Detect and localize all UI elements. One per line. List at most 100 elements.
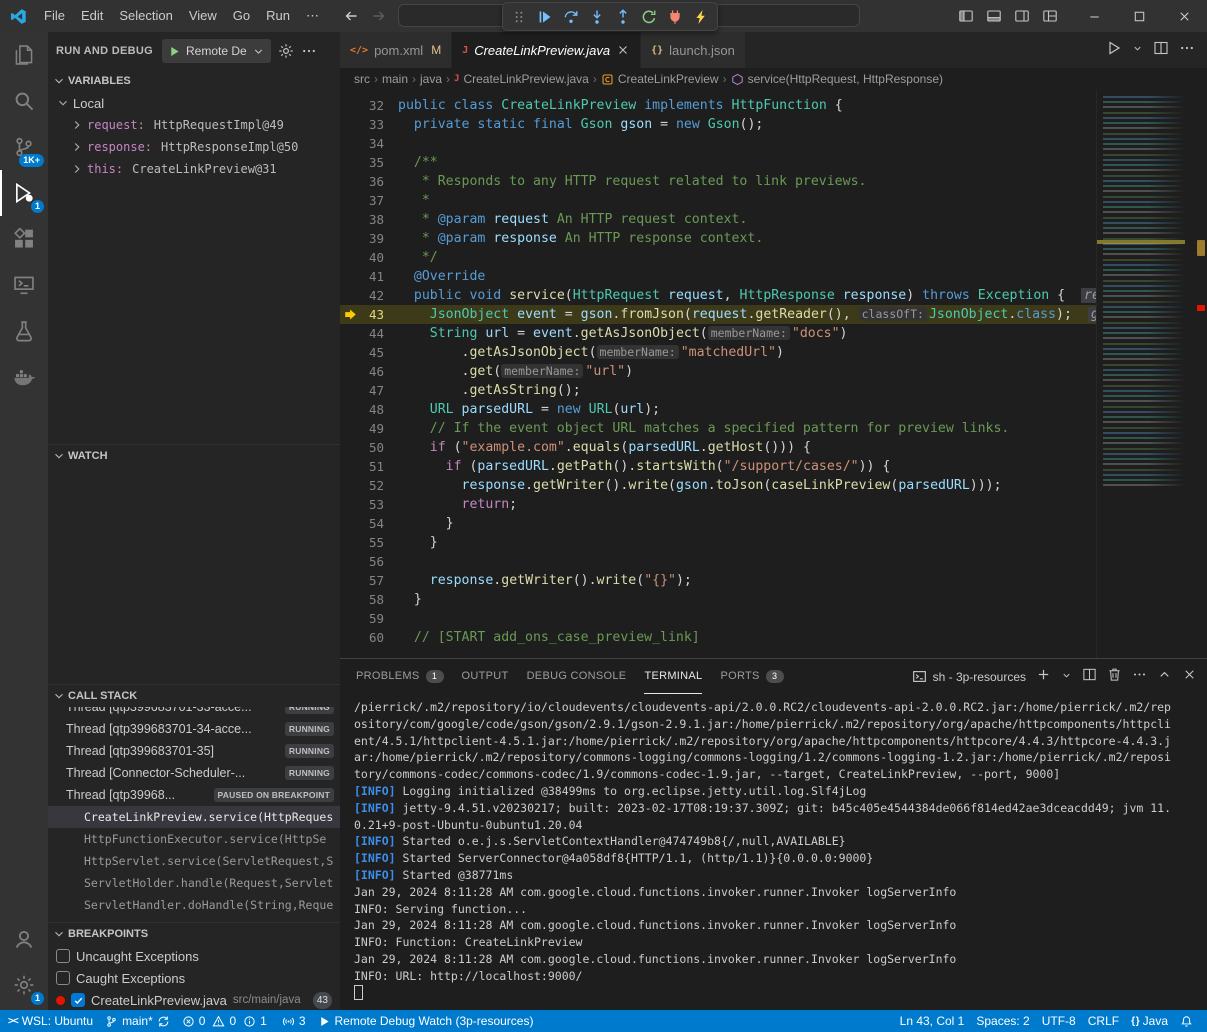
line-gutter[interactable]: 48 [340, 400, 398, 419]
tab-pom-xml[interactable]: </>pom.xmlM [340, 32, 452, 68]
call-stack-frame[interactable]: ScopedHandler.handle(String,Reques [48, 916, 340, 922]
code-line[interactable]: 56 [340, 552, 1097, 571]
code-line[interactable]: 54 } [340, 514, 1097, 533]
breakpoint-checkbox[interactable] [71, 993, 85, 1007]
menu-run[interactable]: Run [258, 0, 298, 32]
line-gutter[interactable]: 39 [340, 229, 398, 248]
bolt-button[interactable] [688, 4, 714, 29]
problems-status[interactable]: 001 [176, 1010, 276, 1032]
terminal-dropdown[interactable] [1061, 668, 1072, 686]
code-line[interactable]: 47 .getAsString(); [340, 381, 1097, 400]
line-gutter[interactable]: 42 [340, 286, 398, 305]
line-gutter[interactable]: 40 [340, 248, 398, 267]
call-stack-frame[interactable]: CreateLinkPreview.service(HttpReques [48, 806, 340, 828]
breadcrumb-item[interactable]: src [354, 72, 370, 86]
menu-file[interactable]: File [36, 0, 73, 32]
code-line[interactable]: 42 public void service(HttpRequest reque… [340, 286, 1097, 305]
tab-createlinkpreview-java[interactable]: JCreateLinkPreview.java [452, 32, 641, 68]
panel-tab-problems[interactable]: PROBLEMS1 [356, 659, 444, 694]
run-dropdown[interactable] [1132, 41, 1143, 59]
variables-section-header[interactable]: VARIABLES [48, 70, 340, 92]
breadcrumb-item[interactable]: JCreateLinkPreview.java [454, 72, 589, 86]
breakpoint-row[interactable]: Uncaught Exceptions [48, 945, 340, 967]
code-line[interactable]: 33 private static final Gson gson = new … [340, 115, 1097, 134]
code-line[interactable]: 44 String url = event.getAsJsonObject(me… [340, 324, 1097, 343]
code-line[interactable]: 50 if ("example.com".equals(parsedURL.ge… [340, 438, 1097, 457]
line-gutter[interactable]: 34 [340, 134, 398, 153]
variable-row[interactable]: request:HttpRequestImpl@49 [48, 114, 340, 136]
forwarded-ports-status[interactable]: 3 [276, 1010, 312, 1032]
indentation-status[interactable]: Spaces: 2 [970, 1010, 1035, 1032]
minimap[interactable] [1096, 90, 1193, 658]
step-into-button[interactable] [584, 4, 610, 29]
activity-settings[interactable]: 1 [0, 962, 48, 1008]
debug-settings-gear[interactable] [278, 43, 294, 59]
call-stack-thread[interactable]: Thread [qtp399683701-34-acce...RUNNING [48, 718, 340, 740]
line-gutter[interactable]: 58 [340, 590, 398, 609]
line-gutter[interactable]: 46 [340, 362, 398, 381]
tab-close-icon[interactable] [616, 43, 630, 57]
panel-tab-debug-console[interactable]: DEBUG CONSOLE [527, 659, 627, 694]
breadcrumb-item[interactable]: java [420, 72, 442, 86]
breadcrumb-item[interactable]: service(HttpRequest, HttpResponse) [731, 72, 943, 86]
menu-more[interactable]: ⋯ [298, 0, 327, 32]
line-gutter[interactable]: 32 [340, 96, 398, 115]
breadcrumb-item[interactable]: CreateLinkPreview [601, 72, 719, 86]
layout-secondary-toggle[interactable] [1008, 0, 1036, 32]
code-line[interactable]: 52 response.getWriter().write(gson.toJso… [340, 476, 1097, 495]
call-stack-frame[interactable]: ServletHolder.handle(Request,Servlet [48, 872, 340, 894]
call-stack-thread[interactable]: Thread [qtp399683701-33-acce...RUNNING [48, 707, 340, 718]
call-stack-section-header[interactable]: CALL STACK [48, 684, 340, 707]
split-editor-button[interactable] [1153, 40, 1169, 61]
notifications-bell[interactable] [1174, 1010, 1199, 1032]
line-gutter[interactable]: 57 [340, 571, 398, 590]
language-mode[interactable]: { }Java [1125, 1010, 1174, 1032]
step-out-button[interactable] [610, 4, 636, 29]
menu-edit[interactable]: Edit [73, 0, 111, 32]
activity-testing[interactable] [0, 308, 48, 354]
breakpoint-row[interactable]: Caught Exceptions [48, 967, 340, 989]
line-gutter[interactable]: 45 [340, 343, 398, 362]
start-debug-icon[interactable] [168, 45, 181, 58]
eol-status[interactable]: CRLF [1082, 1010, 1125, 1032]
code-line[interactable]: 40 */ [340, 248, 1097, 267]
encoding-status[interactable]: UTF-8 [1036, 1010, 1082, 1032]
split-terminal-button[interactable] [1082, 667, 1097, 687]
code-line[interactable]: 43 JsonObject event = gson.fromJson(requ… [340, 305, 1097, 324]
code-line[interactable]: 48 URL parsedURL = new URL(url); [340, 400, 1097, 419]
panel-tab-terminal[interactable]: TERMINAL [644, 659, 702, 694]
line-gutter[interactable]: 50 [340, 438, 398, 457]
layout-grid-toggle[interactable] [1036, 0, 1064, 32]
line-gutter[interactable]: 56 [340, 552, 398, 571]
breadcrumb-item[interactable]: main [382, 72, 408, 86]
tab-launch-json[interactable]: {}launch.json [641, 32, 746, 68]
call-stack-thread[interactable]: Thread [Connector-Scheduler-...RUNNING [48, 762, 340, 784]
code-line[interactable]: 53 return; [340, 495, 1097, 514]
code-line[interactable]: 60 // [START add_ons_case_preview_link] [340, 628, 1097, 647]
activity-debug[interactable]: 1 [0, 170, 48, 216]
line-gutter[interactable]: 59 [340, 609, 398, 628]
step-over-button[interactable] [558, 4, 584, 29]
close-panel-button[interactable] [1182, 667, 1197, 687]
layout-sidebar-toggle[interactable] [952, 0, 980, 32]
line-gutter[interactable]: 35 [340, 153, 398, 172]
panel-more-actions[interactable] [1132, 667, 1147, 687]
activity-remote[interactable] [0, 262, 48, 308]
line-gutter[interactable]: 49 [340, 419, 398, 438]
activity-explorer[interactable] [0, 32, 48, 78]
code-line[interactable]: 55 } [340, 533, 1097, 552]
editor-more-actions[interactable] [1179, 40, 1195, 61]
code-line[interactable]: 58 } [340, 590, 1097, 609]
breakpoint-row[interactable]: CreateLinkPreview.javasrc/main/java43 [48, 989, 340, 1010]
line-gutter[interactable]: 36 [340, 172, 398, 191]
call-stack-thread[interactable]: Thread [qtp399683701-35]RUNNING [48, 740, 340, 762]
variable-row[interactable]: this:CreateLinkPreview@31 [48, 158, 340, 180]
forward-button[interactable] [371, 8, 387, 24]
debug-session-status[interactable]: Remote Debug Watch (3p-resources) [312, 1010, 540, 1032]
variable-row[interactable]: response:HttpResponseImpl@50 [48, 136, 340, 158]
code-line[interactable]: 35 /** [340, 153, 1097, 172]
menu-selection[interactable]: Selection [111, 0, 180, 32]
activity-docker[interactable] [0, 354, 48, 400]
activity-search[interactable] [0, 78, 48, 124]
maximize-panel-button[interactable] [1157, 667, 1172, 687]
